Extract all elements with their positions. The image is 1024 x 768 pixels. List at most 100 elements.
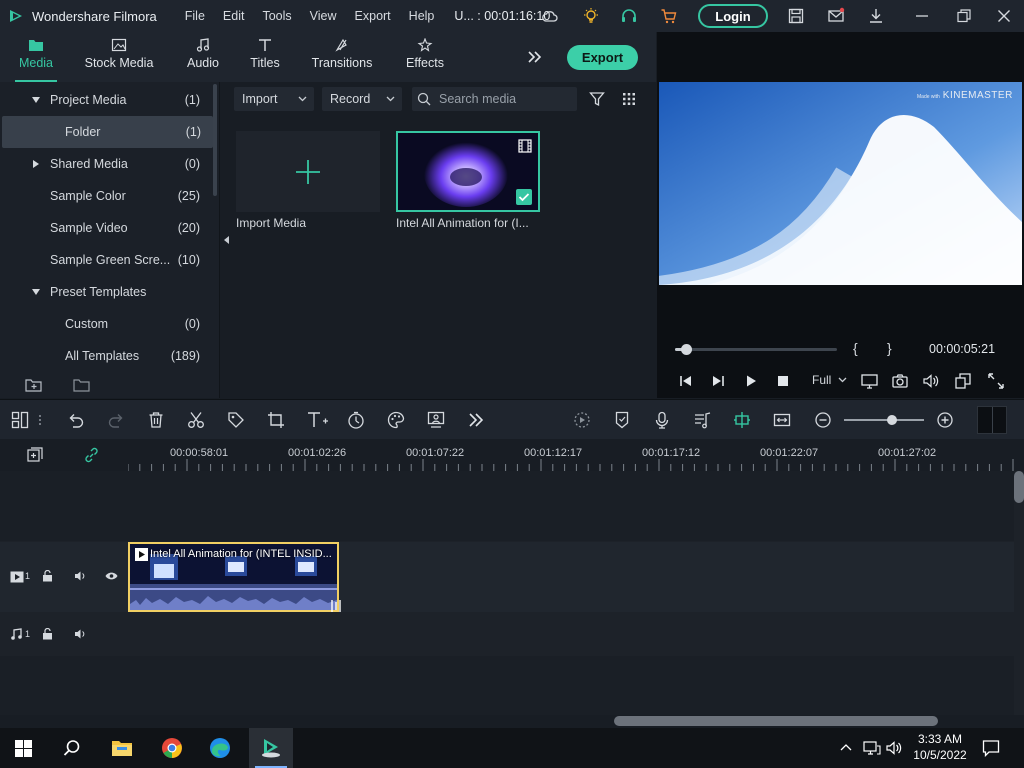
- sidebar-item-sample-color[interactable]: Sample Color (25): [0, 180, 212, 212]
- color-palette-icon[interactable]: [387, 411, 405, 429]
- import-dropdown[interactable]: Import: [234, 87, 314, 111]
- sidebar-item-all-templates[interactable]: All Templates (189): [0, 340, 212, 372]
- headset-icon[interactable]: [620, 7, 638, 25]
- export-button[interactable]: Export: [567, 45, 638, 70]
- more-tabs-icon[interactable]: [527, 50, 543, 64]
- tab-media[interactable]: Media: [15, 32, 57, 82]
- tab-stock-media[interactable]: Stock Media: [82, 32, 156, 82]
- lock-icon[interactable]: [42, 628, 53, 640]
- mail-icon[interactable]: [827, 7, 845, 25]
- minimize-icon[interactable]: [913, 7, 931, 25]
- network-icon[interactable]: [863, 740, 881, 756]
- mark-out-button[interactable]: }: [887, 340, 892, 356]
- playback-progress-track[interactable]: [675, 344, 837, 355]
- timeline-vertical-scrollbar[interactable]: [1014, 471, 1024, 503]
- render-preview-icon[interactable]: [573, 411, 591, 429]
- play-icon[interactable]: [744, 374, 758, 388]
- close-icon[interactable]: [995, 7, 1013, 25]
- restore-icon[interactable]: [955, 7, 973, 25]
- folder-outline-icon[interactable]: [73, 377, 91, 393]
- crop-icon[interactable]: [267, 411, 285, 429]
- text-add-icon[interactable]: [307, 411, 329, 429]
- sidebar-item-sample-video[interactable]: Sample Video (20): [0, 212, 212, 244]
- step-back-icon[interactable]: [679, 374, 693, 388]
- search-input[interactable]: Search media: [439, 92, 516, 106]
- login-button[interactable]: Login: [698, 4, 768, 28]
- empty-track-area[interactable]: [0, 471, 1014, 541]
- record-dropdown[interactable]: Record: [322, 87, 402, 111]
- mark-in-button[interactable]: {: [853, 340, 858, 356]
- menu-tools[interactable]: Tools: [262, 9, 291, 23]
- search-icon[interactable]: [63, 739, 81, 757]
- save-icon[interactable]: [787, 7, 805, 25]
- scissors-icon[interactable]: [187, 411, 205, 429]
- display-icon[interactable]: [861, 373, 878, 389]
- empty-track-area-bottom[interactable]: [0, 656, 1014, 715]
- cart-icon[interactable]: [660, 7, 678, 25]
- layout-icon[interactable]: [11, 411, 29, 429]
- audio-mixer-icon[interactable]: [693, 411, 711, 429]
- timeline-view-toggle[interactable]: [977, 406, 1007, 434]
- speaker-icon[interactable]: [74, 570, 86, 582]
- search-box[interactable]: Search media: [412, 87, 577, 111]
- more-tools-icon[interactable]: [467, 411, 485, 429]
- zoom-out-icon[interactable]: [814, 411, 832, 429]
- tag-icon[interactable]: [227, 411, 245, 429]
- zoom-dropdown[interactable]: Full: [812, 373, 847, 387]
- notification-icon[interactable]: [982, 739, 1000, 757]
- sidebar-item-custom[interactable]: Custom (0): [0, 308, 212, 340]
- taskbar-clock[interactable]: 3:33 AM 10/5/2022: [900, 731, 980, 763]
- step-forward-icon[interactable]: [711, 374, 725, 388]
- timeline-horizontal-scrollbar[interactable]: [614, 716, 938, 726]
- cloud-icon[interactable]: [541, 7, 559, 25]
- green-screen-icon[interactable]: [427, 411, 445, 429]
- menu-help[interactable]: Help: [409, 9, 435, 23]
- filter-icon[interactable]: [589, 91, 605, 107]
- fullscreen-icon[interactable]: [988, 373, 1004, 389]
- media-clip-thumbnail[interactable]: [396, 131, 540, 212]
- speaker-icon[interactable]: [74, 628, 86, 640]
- lightbulb-icon[interactable]: [582, 7, 600, 25]
- chrome-icon[interactable]: [161, 737, 183, 759]
- menu-export[interactable]: Export: [355, 9, 391, 23]
- sidebar-item-preset-templates[interactable]: Preset Templates: [0, 276, 212, 308]
- microphone-icon[interactable]: [653, 411, 671, 429]
- playhead-knob[interactable]: [681, 344, 693, 355]
- file-explorer-icon[interactable]: [111, 738, 133, 758]
- tab-audio[interactable]: Audio: [183, 32, 223, 82]
- lock-icon[interactable]: [42, 570, 53, 582]
- new-folder-icon[interactable]: [25, 377, 43, 393]
- tab-titles[interactable]: Titles: [248, 32, 282, 82]
- menu-edit[interactable]: Edit: [223, 9, 245, 23]
- add-track-icon[interactable]: [27, 447, 44, 463]
- menu-view[interactable]: View: [310, 9, 337, 23]
- edge-icon[interactable]: [209, 737, 231, 759]
- windows-start-icon[interactable]: [15, 740, 32, 757]
- zoom-in-icon[interactable]: [936, 411, 954, 429]
- link-icon[interactable]: [83, 447, 100, 463]
- camera-icon[interactable]: [892, 373, 908, 389]
- import-media-card[interactable]: [236, 131, 380, 212]
- tab-effects[interactable]: Effects: [403, 32, 447, 82]
- filmora-taskbar-button[interactable]: [249, 728, 293, 768]
- stop-icon[interactable]: [777, 375, 789, 387]
- zoom-slider-track[interactable]: [844, 415, 924, 425]
- chevron-up-icon[interactable]: [840, 742, 852, 752]
- zoom-slider-knob[interactable]: [887, 415, 897, 425]
- speed-icon[interactable]: [347, 411, 365, 429]
- menu-file[interactable]: File: [185, 9, 205, 23]
- redo-icon[interactable]: [107, 411, 125, 429]
- sidebar-item-project-media[interactable]: Project Media (1): [0, 84, 212, 116]
- sidebar-item-folder[interactable]: Folder (1): [2, 116, 213, 148]
- delete-icon[interactable]: [147, 411, 165, 429]
- download-icon[interactable]: [867, 7, 885, 25]
- sidebar-item-shared-media[interactable]: Shared Media (0): [0, 148, 212, 180]
- audio-track-row[interactable]: [0, 613, 1014, 655]
- collapse-sidebar-icon[interactable]: [222, 235, 230, 245]
- trim-handle-icon[interactable]: [330, 598, 342, 614]
- sidebar-item-sample-green-screen[interactable]: Sample Green Scre... (10): [0, 244, 212, 276]
- marker-icon[interactable]: [613, 411, 631, 429]
- timeline-video-clip[interactable]: Intel All Animation for (INTEL INSID...: [128, 542, 342, 614]
- snap-icon[interactable]: [733, 411, 751, 429]
- grid-view-icon[interactable]: [622, 92, 636, 106]
